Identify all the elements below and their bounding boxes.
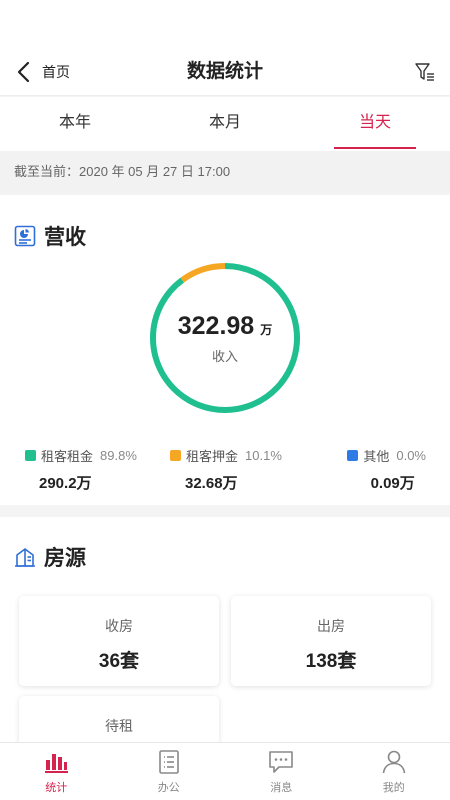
user-icon	[382, 750, 406, 774]
legend-item-rent: 租客租金 89.8% 290.2万	[25, 446, 137, 493]
revenue-card: 营收 322.98 万 收入 租客租金 89.8% 290.2万 租客押金 10…	[0, 195, 450, 505]
back-label: 首页	[42, 64, 70, 80]
bottom-tab-label: 统计	[45, 782, 68, 794]
stat-card-rented-out[interactable]: 出房 138套	[231, 596, 431, 686]
total-revenue-unit: 万	[260, 322, 273, 337]
legend-swatch	[25, 450, 36, 461]
bottom-tab-messages[interactable]: 消息	[225, 743, 338, 800]
bottom-tab-profile[interactable]: 我的	[338, 743, 450, 800]
legend-name: 租客租金	[41, 449, 94, 464]
total-revenue-label: 收入	[211, 348, 238, 364]
legend-item-deposit: 租客押金 10.1% 32.68万	[170, 446, 282, 493]
legend-swatch	[170, 450, 181, 461]
list-icon	[158, 750, 179, 774]
stat-card-received[interactable]: 收房 36套	[19, 596, 219, 686]
revenue-legend: 租客租金 89.8% 290.2万 租客押金 10.1% 32.68万 其他 0…	[0, 446, 450, 496]
building-icon	[15, 548, 35, 567]
legend-swatch	[347, 450, 359, 461]
tab-this-month[interactable]: 本月	[150, 97, 300, 151]
message-icon	[269, 751, 294, 773]
property-card: 房源 收房 36套 出房 138套 待租	[0, 517, 450, 742]
property-title: 房源	[44, 547, 86, 570]
donut-center: 322.98 万 收入	[148, 261, 302, 415]
revenue-header: 营收	[14, 221, 86, 251]
revenue-report-icon	[14, 225, 36, 247]
property-header: 房源	[14, 542, 86, 572]
bottom-tab-label: 办公	[157, 782, 180, 794]
stat-label: 收房	[105, 618, 133, 634]
legend-item-other: 其他 0.0% 0.09万	[347, 446, 426, 493]
legend-percent: 0.0%	[396, 448, 426, 463]
status-bar	[0, 0, 450, 48]
bottom-tab-office[interactable]: 办公	[113, 743, 226, 800]
filter-icon[interactable]	[414, 61, 436, 83]
stat-label: 待租	[105, 718, 133, 734]
back-button[interactable]: 首页	[16, 60, 70, 84]
tab-this-year[interactable]: 本年	[0, 97, 150, 151]
tab-today[interactable]: 当天	[300, 97, 450, 151]
stat-value: 36套	[98, 651, 140, 672]
legend-amount: 32.68万	[185, 475, 238, 492]
stat-value: 138套	[305, 651, 357, 672]
nav-bar: 首页 数据统计	[0, 48, 450, 96]
legend-amount: 0.09万	[370, 475, 415, 492]
chevron-left-icon	[17, 61, 30, 83]
stat-label: 出房	[317, 618, 345, 634]
revenue-title: 营收	[44, 226, 86, 249]
legend-name: 租客押金	[186, 449, 239, 464]
bottom-tab-label: 我的	[382, 782, 405, 794]
as-of-timestamp: 截至当前：2020 年 05 月 27 日 17:00	[0, 151, 450, 193]
legend-name: 其他	[363, 449, 390, 464]
bottom-tab-bar: 统计 办公 消息 我的	[0, 742, 450, 800]
legend-percent: 89.8%	[100, 448, 137, 463]
legend-percent: 10.1%	[245, 448, 282, 463]
total-revenue-value: 322.98	[177, 311, 255, 340]
legend-amount: 290.2万	[39, 475, 92, 492]
period-tabs: 本年 本月 当天	[0, 97, 450, 151]
bottom-tab-label: 消息	[270, 782, 293, 794]
bar-chart-icon	[45, 754, 69, 773]
bottom-tab-statistics[interactable]: 统计	[0, 743, 113, 800]
stat-card-vacant[interactable]: 待租	[19, 696, 219, 742]
